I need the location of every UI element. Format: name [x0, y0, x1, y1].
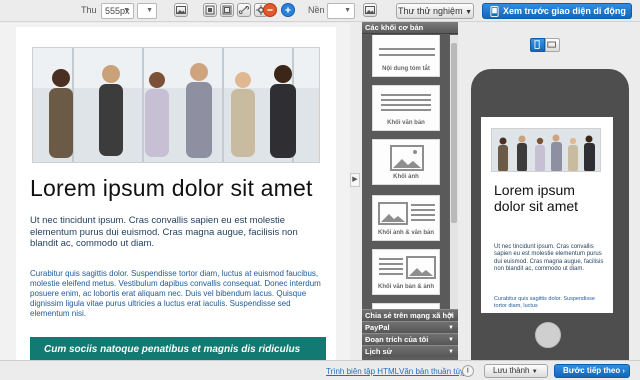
- blocks-scrollbar[interactable]: [450, 35, 458, 327]
- width-unit-select[interactable]: ▼: [137, 3, 157, 19]
- email-body[interactable]: Lorem ipsum dolor sit amet Ut nec tincid…: [16, 27, 336, 360]
- phone-body-text: Curabitur quis sagittis dolor. Suspendis…: [494, 296, 595, 309]
- phone-heading: Lorem ipsum dolor sit amet: [494, 182, 579, 214]
- help-icon-button[interactable]: [462, 365, 474, 377]
- background-label: Nền: [308, 5, 325, 15]
- padding-icon-button[interactable]: [220, 3, 234, 17]
- remove-icon-button[interactable]: [263, 3, 277, 17]
- text-line: [381, 109, 431, 111]
- email-body-text[interactable]: Curabitur quis sagittis dolor. Suspendis…: [30, 269, 328, 319]
- mobile-icon: [534, 40, 540, 49]
- chevron-right-icon: ▶: [352, 176, 358, 183]
- phone-home-button: [535, 322, 561, 348]
- width-select[interactable]: 555px ▼: [101, 3, 134, 19]
- hero-image[interactable]: [32, 47, 320, 163]
- text-line: [379, 48, 435, 50]
- block-summary[interactable]: Nội dung tóm tắt: [372, 35, 440, 77]
- section-social-share[interactable]: Chia sẻ trên mạng xã hội ▼: [362, 309, 458, 321]
- html-editor-link[interactable]: Trình biên tập HTML: [326, 367, 399, 376]
- team-photo: [33, 48, 319, 162]
- section-my-snippets[interactable]: Đoạn trích của tôi ▼: [362, 333, 458, 345]
- block-image-text[interactable]: Khối ảnh & văn bản: [372, 195, 440, 241]
- email-canvas: Lorem ipsum dolor sit amet Ut nec tincid…: [0, 23, 350, 360]
- tablet-icon: [547, 41, 556, 48]
- block-text-image[interactable]: Khối văn bản & ảnh: [372, 249, 440, 295]
- link-icon-button[interactable]: [237, 3, 251, 17]
- top-toolbar: Thu 555px ▼ ▼ Nền ▼ Thư thử nghiệm ▼ Xem…: [0, 0, 640, 22]
- chevron-down-icon: ▼: [465, 9, 473, 16]
- chevron-right-icon: ›: [622, 368, 625, 375]
- phone-screen: Lorem ipsum dolor sit amet Ut nec tincid…: [481, 117, 613, 313]
- border-icon: [205, 5, 215, 15]
- link-icon: [238, 5, 250, 15]
- chevron-down-icon: ▼: [123, 7, 130, 14]
- chevron-down-icon: ▼: [344, 7, 351, 14]
- scrollbar-thumb[interactable]: [451, 43, 457, 223]
- block-image[interactable]: Khối ảnh: [372, 139, 440, 185]
- bottom-bar: Trình biên tập HTML Văn bản thuần túy Lư…: [0, 360, 640, 380]
- chevron-down-icon: ▼: [146, 7, 153, 14]
- phone-intro-text: Ut nec tincidunt ipsum. Cras convallis s…: [494, 244, 604, 273]
- width-label: Thu: [81, 5, 97, 15]
- email-quote-block[interactable]: Cum sociis natoque penatibus et magnis d…: [30, 337, 326, 360]
- chevron-down-icon: ▼: [531, 369, 538, 375]
- chevron-down-icon: ▼: [448, 349, 454, 355]
- plus-icon: [285, 7, 291, 13]
- minus-icon: [267, 9, 273, 11]
- text-line: [379, 54, 435, 56]
- email-heading[interactable]: Lorem ipsum dolor sit amet: [30, 175, 330, 201]
- blocks-panel-header[interactable]: Các khối cơ bản: [362, 22, 458, 34]
- collapse-panel-button[interactable]: ▶: [350, 173, 360, 187]
- image-icon-button[interactable]: [174, 3, 188, 17]
- image-icon: [365, 6, 375, 14]
- save-as-button[interactable]: Lưu thành ▼: [484, 364, 548, 378]
- section-paypal[interactable]: PayPal ▼: [362, 321, 458, 333]
- image-icon: [176, 6, 186, 14]
- border-icon-button[interactable]: [203, 3, 217, 17]
- test-email-button[interactable]: Thư thử nghiệm ▼: [396, 3, 474, 19]
- email-editor: Thu 555px ▼ ▼ Nền ▼ Thư thử nghiệm ▼ Xem…: [0, 0, 640, 380]
- background-color-select[interactable]: ▼: [327, 3, 355, 19]
- info-icon: [467, 367, 469, 373]
- background-image-button[interactable]: [363, 3, 377, 17]
- desktop-view-toggle[interactable]: [545, 38, 560, 52]
- phone-hero-image: [491, 128, 601, 172]
- next-step-button[interactable]: Bước tiếp theo ›: [554, 364, 630, 378]
- blocks-panel: Các khối cơ bản Nội dung tóm tắt Khối vă…: [362, 22, 458, 360]
- section-history[interactable]: Lịch sử ▼: [362, 345, 458, 357]
- padding-icon: [222, 5, 232, 15]
- mobile-view-toggle[interactable]: [530, 38, 545, 52]
- text-line: [381, 104, 431, 106]
- mobile-preview-button[interactable]: Xem trước giao diện di động: [482, 3, 632, 19]
- team-photo: [492, 129, 600, 171]
- email-intro-text[interactable]: Ut nec tincidunt ipsum. Cras convallis s…: [30, 215, 328, 250]
- text-line: [381, 99, 431, 101]
- block-text[interactable]: Khối văn bản: [372, 85, 440, 131]
- mobile-icon: [490, 6, 499, 17]
- add-icon-button[interactable]: [281, 3, 295, 17]
- blocks-list: Nội dung tóm tắt Khối văn bản Khối ảnh K…: [362, 35, 449, 327]
- plain-text-link[interactable]: Văn bản thuần túy: [399, 367, 464, 376]
- text-line: [381, 94, 431, 96]
